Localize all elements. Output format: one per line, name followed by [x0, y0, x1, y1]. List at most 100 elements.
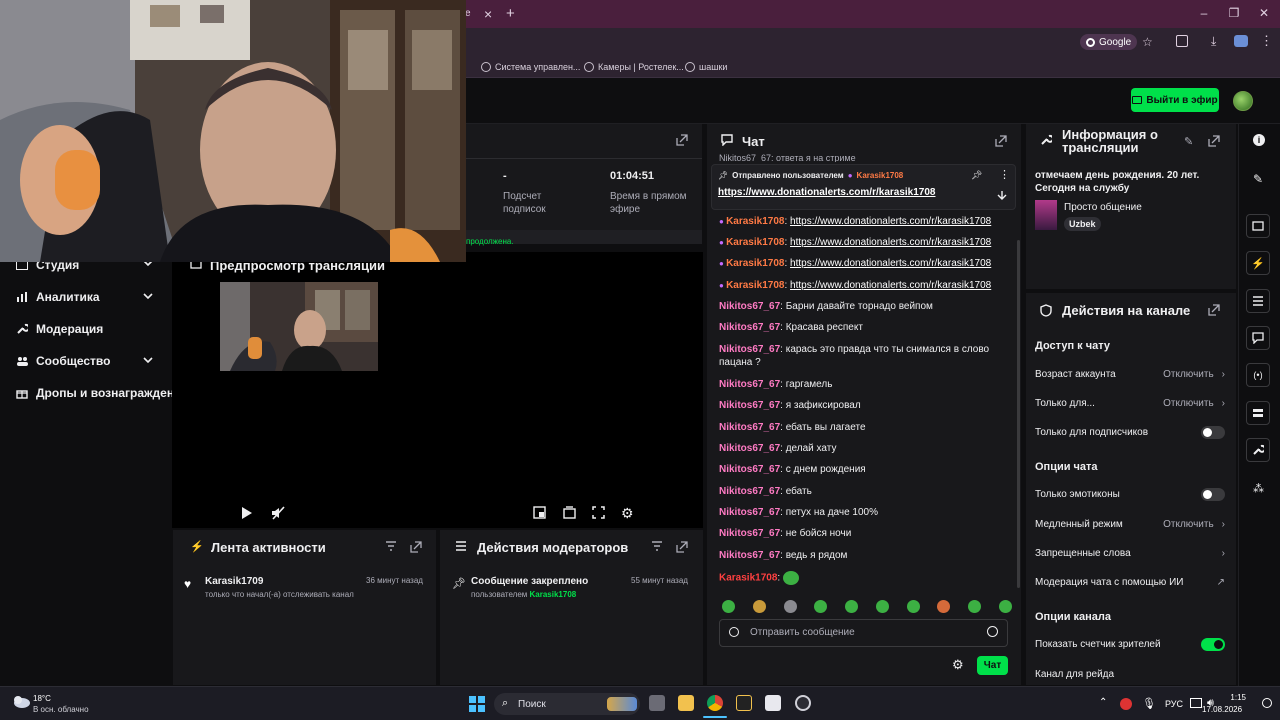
- clock-date[interactable]: 17.08.2026: [1202, 705, 1242, 714]
- emote-icon[interactable]: [968, 599, 982, 613]
- browser-menu-icon[interactable]: ⋮: [1260, 33, 1273, 49]
- download-icon[interactable]: ⤓: [1211, 34, 1216, 49]
- pip-icon[interactable]: [533, 506, 546, 519]
- clock-time[interactable]: 1:15: [1224, 693, 1246, 702]
- windows-start-icon[interactable]: [469, 696, 485, 712]
- bookmark-star-icon[interactable]: ☆: [1142, 35, 1153, 49]
- popout-icon[interactable]: [1208, 135, 1220, 147]
- tag-chip[interactable]: Uzbek: [1064, 217, 1101, 231]
- emotes-only-toggle[interactable]: [1201, 487, 1225, 501]
- emote-icon[interactable]: [937, 599, 951, 613]
- viewer-count-toggle[interactable]: [1201, 637, 1225, 651]
- chat-username[interactable]: Nikitos67_67: [719, 464, 780, 475]
- go-live-button[interactable]: Выйти в эфир: [1131, 88, 1219, 112]
- avatar[interactable]: [1233, 91, 1253, 111]
- emote-icon[interactable]: [845, 599, 859, 613]
- rail-broadcast-icon[interactable]: (•): [1246, 363, 1270, 387]
- chat-link[interactable]: https://www.donationalerts.com/r/karasik…: [790, 280, 991, 291]
- chat-username[interactable]: Karasik1708: [726, 237, 784, 248]
- mod-action-by-user[interactable]: Karasik1708: [530, 590, 577, 599]
- popout-icon[interactable]: [995, 135, 1007, 147]
- unpin-icon[interactable]: 📌︎: [971, 170, 982, 181]
- popout-icon[interactable]: [676, 134, 688, 146]
- chat-send-button[interactable]: Чат: [977, 656, 1008, 675]
- ai-moderation-row[interactable]: Модерация чата с помощью ИИ ↗: [1035, 575, 1225, 589]
- bookmark-item-3[interactable]: шашки: [685, 60, 727, 74]
- obs-icon[interactable]: [795, 695, 811, 711]
- store-icon[interactable]: [765, 695, 781, 711]
- chat-link[interactable]: https://www.donationalerts.com/r/karasik…: [790, 258, 991, 269]
- popout-icon[interactable]: [1208, 304, 1220, 316]
- network-icon[interactable]: [1190, 698, 1202, 708]
- bookmark-item-2[interactable]: Камеры | Ростелек...: [584, 60, 684, 74]
- mute-icon[interactable]: [271, 506, 285, 520]
- chat-username[interactable]: Nikitos67_67: [719, 379, 780, 390]
- tab-close-icon[interactable]: ×: [484, 6, 492, 22]
- filter-icon[interactable]: [651, 541, 663, 551]
- emote-icon[interactable]: [783, 599, 797, 613]
- pinned-link[interactable]: https://www.donationalerts.com/r/karasik…: [718, 187, 935, 198]
- chat-username[interactable]: Nikitos67_67: [719, 550, 780, 561]
- chat-username[interactable]: Nikitos67_67: [719, 422, 780, 433]
- emote-icon[interactable]: [998, 599, 1012, 613]
- pencil-icon[interactable]: ✎: [1253, 172, 1263, 186]
- chat-username[interactable]: Nikitos67_67: [719, 486, 780, 497]
- subs-only-toggle[interactable]: [1201, 425, 1225, 439]
- rail-nodes-icon[interactable]: ⁂: [1253, 482, 1264, 495]
- emote-icon[interactable]: [722, 599, 735, 613]
- edit-icon[interactable]: ✎: [1184, 135, 1193, 148]
- chat-username[interactable]: Nikitos67_67: [719, 528, 780, 539]
- emote-icon[interactable]: [814, 599, 828, 613]
- chat-username[interactable]: Nikitos67_67: [719, 301, 780, 312]
- chat-scrollbar[interactable]: [1017, 240, 1020, 588]
- sidebar-item-moderation[interactable]: Модерация: [16, 319, 103, 339]
- pinned-link-text[interactable]: https://www.donationalerts.com/r/karasik…: [718, 187, 935, 198]
- file-explorer-icon[interactable]: [678, 695, 694, 711]
- emote-icon[interactable]: [906, 599, 920, 613]
- fullscreen-icon[interactable]: [592, 506, 605, 519]
- settings-gear-icon[interactable]: ⚙: [621, 505, 634, 522]
- chat-username[interactable]: Karasik1708: [719, 573, 777, 584]
- chrome-icon[interactable]: [707, 695, 723, 711]
- microphone-icon[interactable]: 🎙︎: [1142, 697, 1156, 710]
- emote-icon[interactable]: [875, 599, 889, 613]
- slow-mode-row[interactable]: Медленный режим Отключить ›: [1035, 517, 1225, 531]
- only-for-row[interactable]: Только для... Отключить ›: [1035, 396, 1225, 410]
- notification-icon[interactable]: [1262, 698, 1272, 708]
- sidebar-item-drops[interactable]: Дропы и вознаграждения: [16, 383, 188, 403]
- tray-app-icon[interactable]: [1120, 698, 1132, 710]
- account-age-row[interactable]: Возраст аккаунта Отключить ›: [1035, 367, 1225, 381]
- rail-stack-icon[interactable]: [1246, 401, 1270, 425]
- chat-username[interactable]: Karasik1708: [726, 258, 784, 269]
- emote-icon[interactable]: [782, 571, 799, 585]
- raid-channel-row[interactable]: Канал для рейда: [1035, 667, 1225, 681]
- extensions-icon[interactable]: [1176, 35, 1188, 47]
- chat-username[interactable]: Karasik1708: [726, 280, 784, 291]
- rail-wrench-icon[interactable]: [1246, 438, 1270, 462]
- chat-username[interactable]: Nikitos67_67: [719, 400, 780, 411]
- popout-icon[interactable]: [410, 541, 422, 553]
- pinned-user[interactable]: Karasik1708: [857, 171, 904, 180]
- bookmark-item-1[interactable]: Система управлен...: [481, 60, 580, 74]
- expand-icon[interactable]: [997, 190, 1007, 200]
- minimize-icon[interactable]: –: [1196, 6, 1212, 22]
- filter-icon[interactable]: [385, 541, 397, 551]
- chat-username[interactable]: Nikitos67_67: [719, 344, 780, 355]
- theatre-icon[interactable]: [563, 506, 576, 519]
- category-name[interactable]: Просто общение: [1064, 202, 1142, 213]
- rail-list-icon[interactable]: [1246, 289, 1270, 313]
- chat-settings-gear-icon[interactable]: ⚙: [952, 657, 964, 673]
- info-icon[interactable]: i: [1253, 134, 1265, 146]
- chat-link[interactable]: https://www.donationalerts.com/r/karasik…: [790, 237, 991, 248]
- popout-icon[interactable]: [676, 541, 688, 553]
- chat-username[interactable]: Nikitos67_67: [719, 322, 780, 333]
- play-icon[interactable]: [241, 506, 253, 520]
- search-engine-chip[interactable]: Google: [1080, 34, 1138, 50]
- language-indicator[interactable]: РУС: [1165, 699, 1183, 709]
- new-tab-button[interactable]: +: [506, 5, 515, 22]
- maximize-icon[interactable]: ❐: [1226, 6, 1242, 22]
- task-view-icon[interactable]: [649, 695, 665, 711]
- more-options-icon[interactable]: ⋮: [999, 168, 1010, 181]
- chat-link[interactable]: https://www.donationalerts.com/r/karasik…: [790, 216, 991, 227]
- sidebar-item-analytics[interactable]: Аналитика: [16, 287, 100, 307]
